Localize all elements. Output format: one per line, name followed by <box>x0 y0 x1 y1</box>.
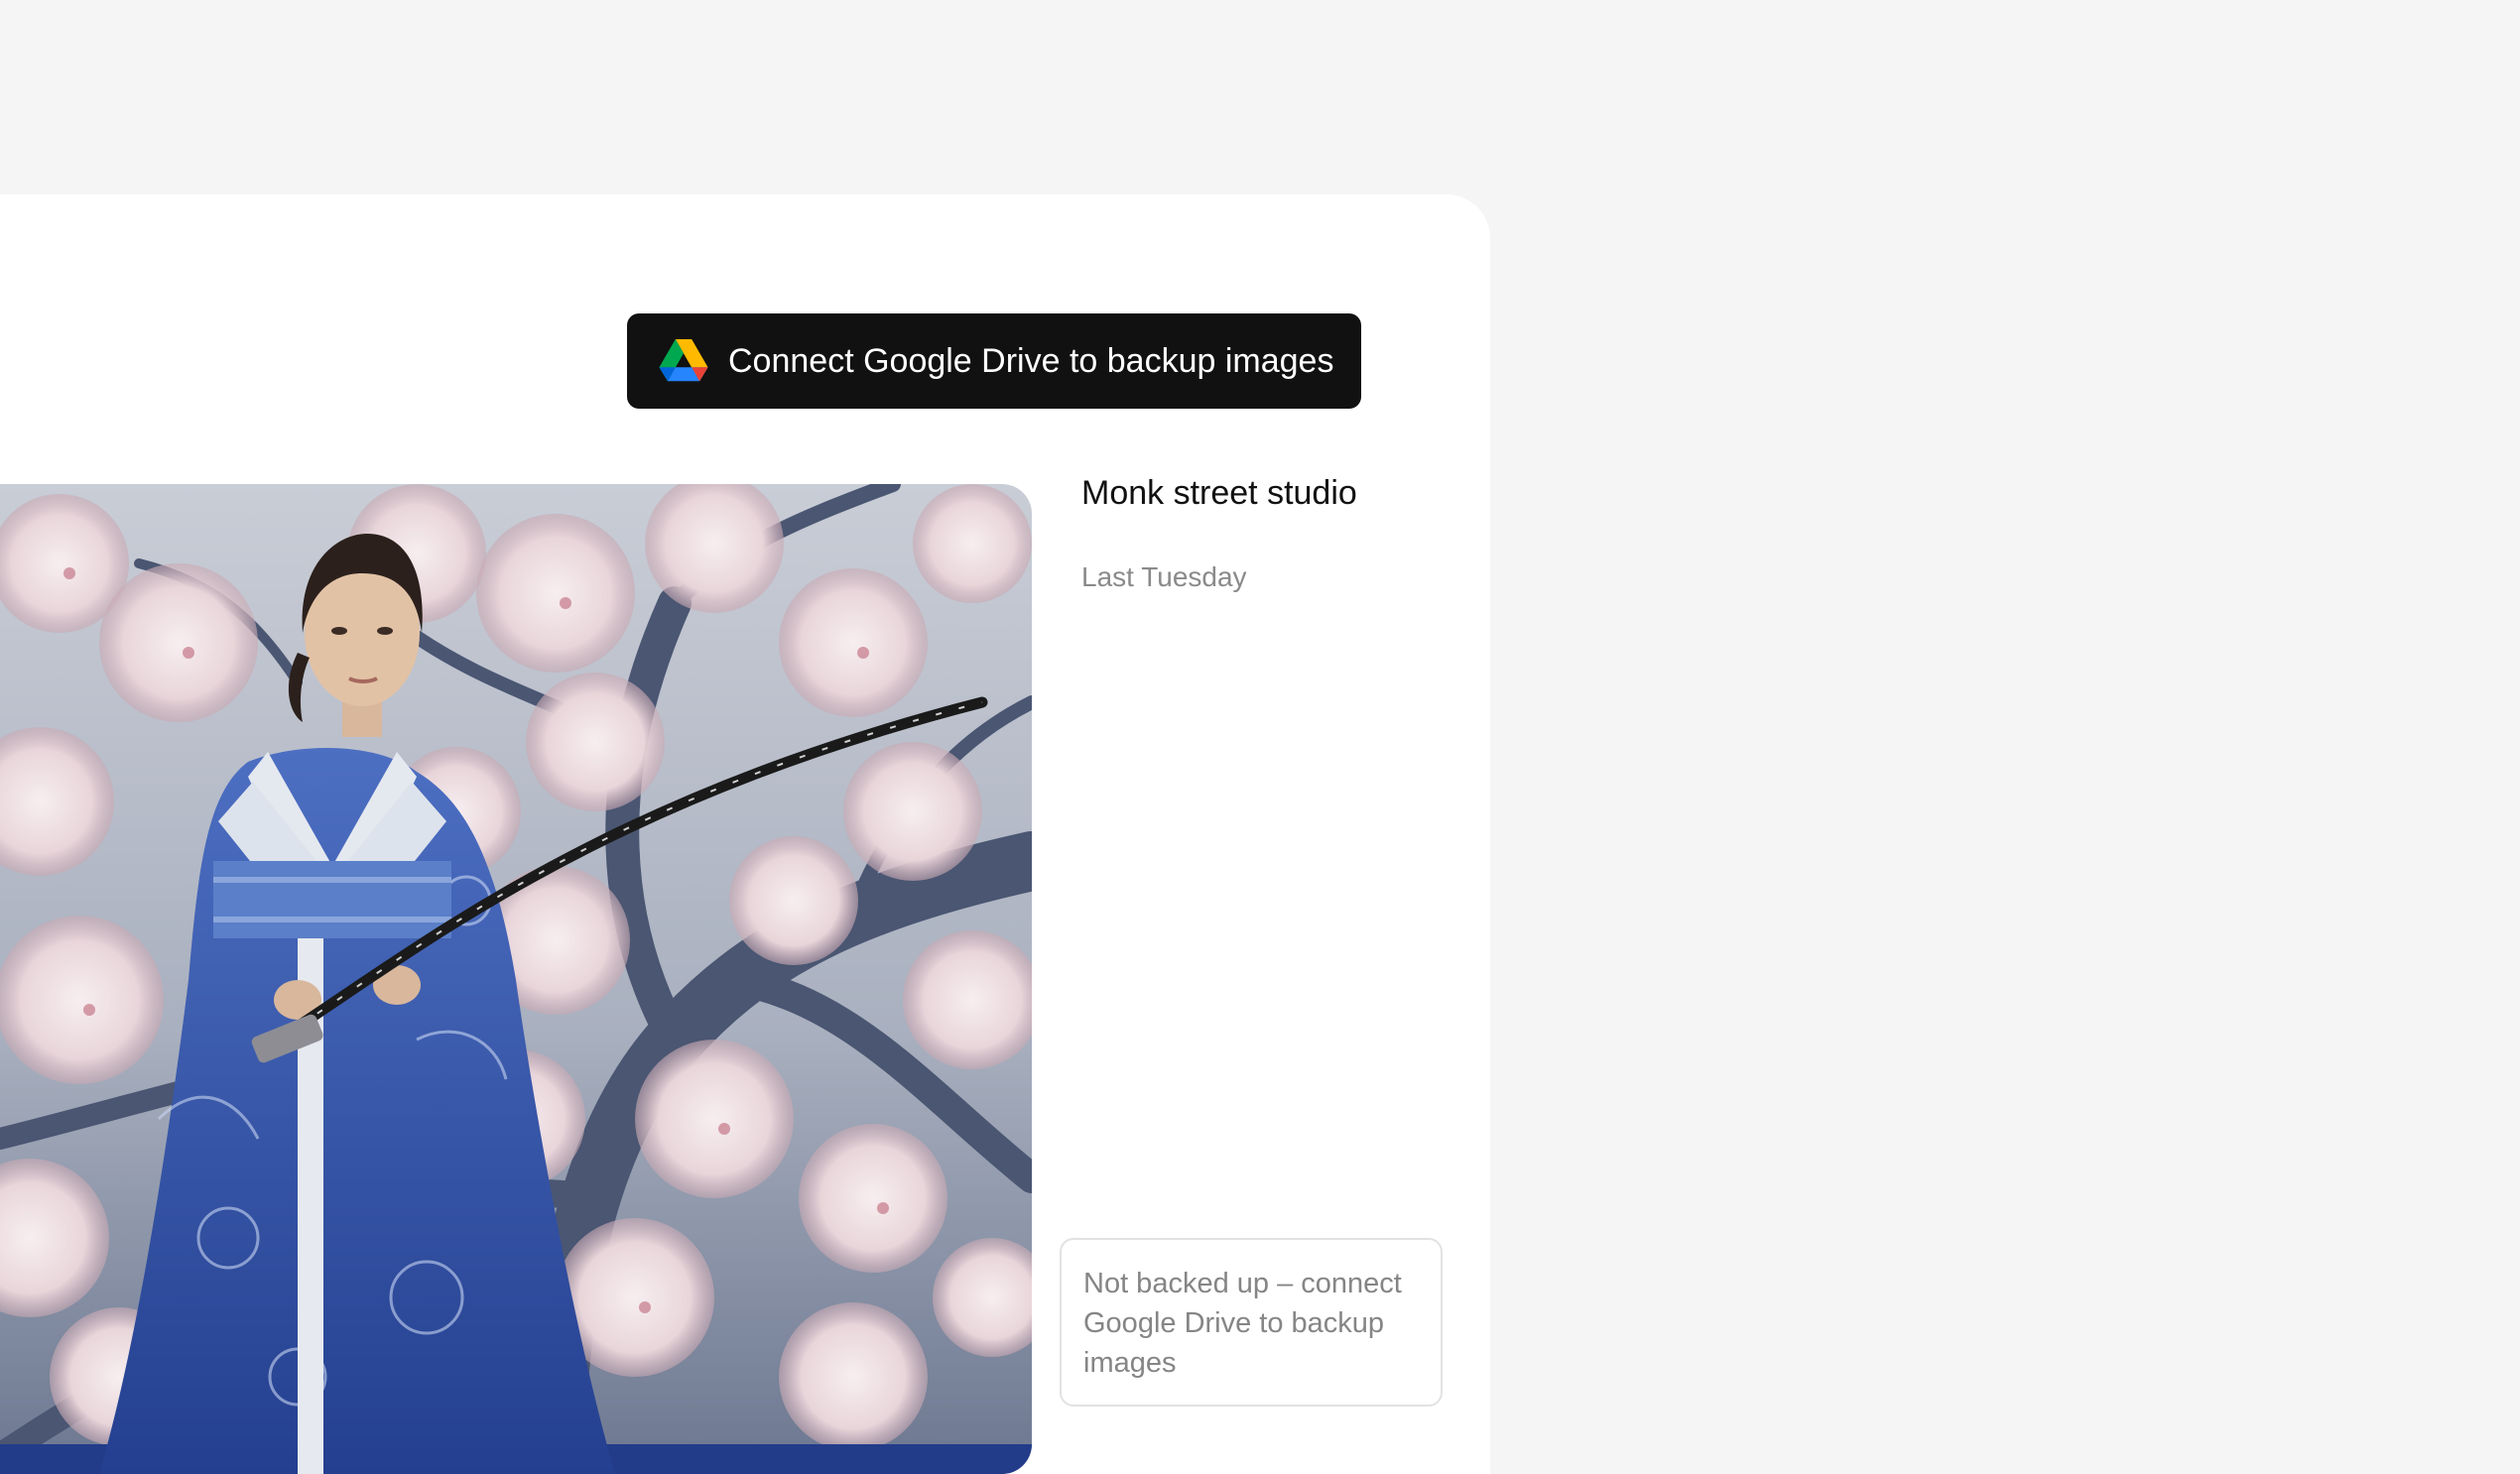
image-preview[interactable] <box>0 484 1032 1474</box>
google-drive-icon <box>659 339 708 382</box>
connect-google-drive-label: Connect Google Drive to backup images <box>728 341 1334 380</box>
connect-google-drive-button[interactable]: Connect Google Drive to backup images <box>627 313 1361 409</box>
photo-artwork <box>0 484 1032 1474</box>
backup-status-note: Not backed up – connect Google Drive to … <box>1060 1238 1443 1407</box>
image-title: Monk street studio <box>1081 474 1357 512</box>
image-date: Last Tuesday <box>1081 561 1247 592</box>
